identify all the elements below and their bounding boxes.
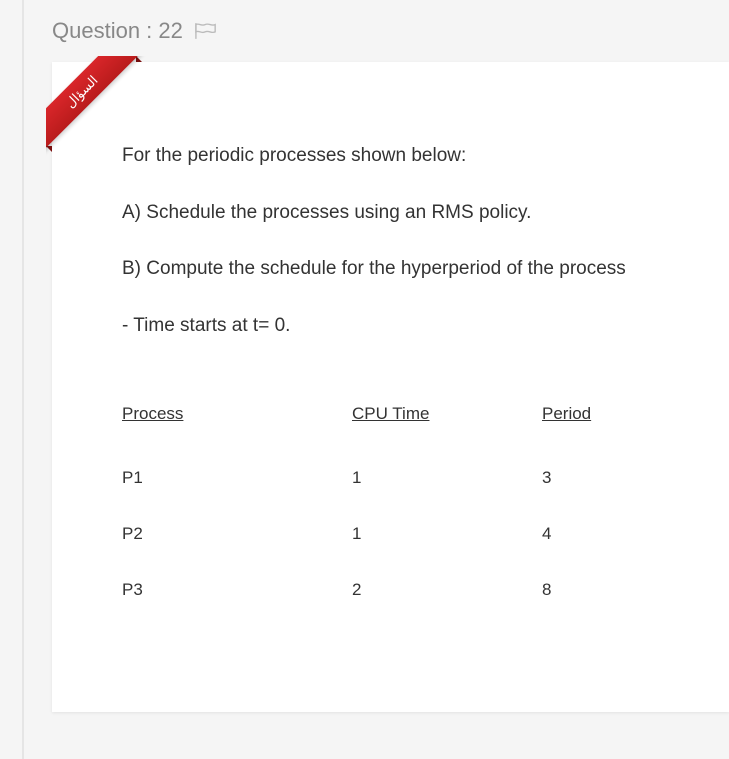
table-header-row: Process CPU Time Period (122, 390, 682, 438)
table-body: P1 1 3 P2 1 4 P3 2 8 (122, 450, 682, 618)
header-cpu-time: CPU Time (322, 404, 522, 424)
flag-icon[interactable] (195, 22, 217, 40)
header-process: Process (122, 404, 322, 424)
question-card: السؤال For the periodic processes shown … (52, 62, 729, 712)
cell-process: P2 (122, 524, 322, 544)
ribbon-corner: السؤال (46, 56, 146, 156)
table-row: P2 1 4 (122, 506, 682, 562)
question-body: For the periodic processes shown below: … (122, 142, 729, 340)
cell-period: 4 (522, 524, 682, 544)
part-a-text: A) Schedule the processes using an RMS p… (122, 199, 729, 228)
part-b-text: B) Compute the schedule for the hyperper… (122, 255, 729, 284)
header-period: Period (522, 404, 682, 424)
ribbon-label: السؤال (46, 56, 141, 151)
cell-process: P3 (122, 580, 322, 600)
intro-text: For the periodic processes shown below: (122, 142, 729, 171)
question-header: Question : 22 (22, 0, 729, 62)
cell-cpu: 1 (322, 524, 522, 544)
page-container: Question : 22 السؤال For the periodic pr… (0, 0, 729, 712)
cell-period: 3 (522, 468, 682, 488)
cell-period: 8 (522, 580, 682, 600)
table-row: P3 2 8 (122, 562, 682, 618)
table-row: P1 1 3 (122, 450, 682, 506)
cell-cpu: 2 (322, 580, 522, 600)
sidebar-divider (22, 0, 24, 759)
note-text: - Time starts at t= 0. (122, 312, 729, 341)
process-table: Process CPU Time Period P1 1 3 P2 1 4 P3… (122, 390, 682, 618)
cell-process: P1 (122, 468, 322, 488)
question-label: Question : 22 (52, 18, 183, 44)
cell-cpu: 1 (322, 468, 522, 488)
